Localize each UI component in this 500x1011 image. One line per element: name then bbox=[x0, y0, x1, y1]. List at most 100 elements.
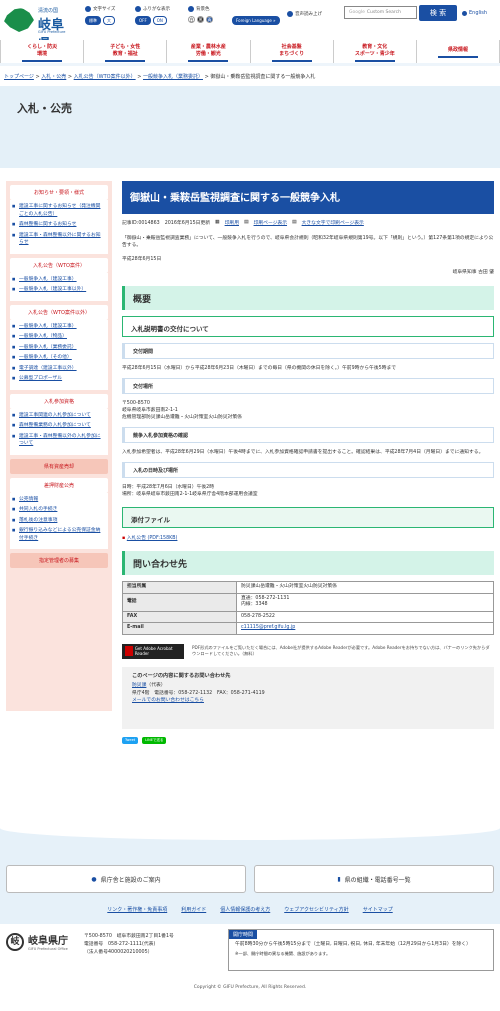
adobe-badge-label: Get Adobe Acrobat Reader bbox=[134, 646, 173, 656]
breadcrumb-link[interactable]: 入札公告（WTO案件以外） bbox=[74, 74, 136, 80]
heading-period: 交付期間 bbox=[122, 343, 494, 359]
sidebar: お知らせ・要領・様式 建設工事に関するお知らせ（発注機関ごとの入札公告） 森林整… bbox=[6, 181, 112, 711]
sidebar-heading[interactable]: 県有資産売却 bbox=[10, 458, 108, 474]
ruby-control: ふりがな表示 bbox=[135, 6, 170, 12]
read-aloud-control[interactable]: 音声読み上げ bbox=[287, 11, 322, 17]
sidebar-link[interactable]: 共同入札の手続き bbox=[19, 507, 57, 512]
gnav-label-1: くらし・防災 bbox=[27, 44, 58, 50]
office-guide-button[interactable]: ● 県庁舎と施設のご案内 bbox=[6, 865, 246, 893]
adobe-notice: Get Adobe Acrobat Reader PDF形式のファイルをご覧いた… bbox=[122, 643, 494, 659]
sidebar-heading[interactable]: お知らせ・要領・様式 bbox=[10, 185, 108, 200]
search-button[interactable]: 検 索 bbox=[419, 5, 457, 21]
gnav-underline bbox=[22, 60, 63, 62]
table-key: FAX bbox=[122, 610, 237, 623]
gnav-label-2: 環境 bbox=[37, 51, 48, 57]
sidebar-heading[interactable]: 入札参加資格 bbox=[10, 393, 108, 409]
table-value: 防災課山岳遭難・火山対策室火山防災対策係 bbox=[236, 581, 494, 594]
sidebar-link[interactable]: 建設工事・森林整備以外に関するお知らせ bbox=[19, 233, 101, 246]
footer-link[interactable]: サイトマップ bbox=[363, 906, 393, 913]
sidebar-link[interactable]: 一般競争入札（建設工事） bbox=[19, 324, 77, 329]
gnav-underline bbox=[105, 60, 146, 62]
table-key: 担当所属 bbox=[122, 581, 237, 594]
breadcrumb-link[interactable]: 入札・公売 bbox=[41, 74, 66, 80]
heading-confirm: 競争入札参加資格の確認 bbox=[122, 427, 494, 443]
gnav-item-living[interactable]: くらし・防災 環境 bbox=[0, 40, 85, 63]
email-link[interactable]: c11115@pref.gifu.lg.jp bbox=[241, 625, 295, 630]
gnav-item-children[interactable]: 子ども・女性 教育・福祉 bbox=[84, 40, 168, 63]
office-hours-title: 開庁時間 bbox=[229, 930, 258, 939]
sidebar-link[interactable]: 電子調達（建設工事以外） bbox=[19, 366, 77, 371]
bg-black-button[interactable]: 黒 bbox=[197, 16, 204, 23]
speaker-icon bbox=[287, 11, 293, 17]
bg-white-button[interactable]: 白 bbox=[188, 16, 195, 23]
contact-mail-link[interactable]: メールでのお問い合わせはこちら bbox=[132, 698, 204, 703]
table-key: E-mail bbox=[122, 622, 237, 635]
gifu-emblem-icon: 岐 bbox=[6, 932, 24, 951]
sidebar-list: 建設工事に関するお知らせ（発注機関ごとの入札公告） 森林整備に関するお知らせ 建… bbox=[10, 200, 108, 254]
ruby-off-button[interactable]: OFF bbox=[135, 16, 151, 25]
tweet-button[interactable]: Tweet bbox=[122, 736, 139, 744]
footer-link[interactable]: ウェブアクセシビリティ方針 bbox=[284, 906, 348, 913]
sidebar-heading[interactable]: 入札公告（WTO案件以外） bbox=[10, 304, 108, 320]
sidebar-link[interactable]: 一般競争入札（その他） bbox=[19, 355, 72, 360]
english-link[interactable]: English bbox=[462, 10, 487, 16]
footer-address: 〒500-8570 岐阜市薮田南2丁目1番1号 電話番号 058-272-111… bbox=[84, 933, 174, 957]
gnav-item-infrastructure[interactable]: 社会基盤 まちづくり bbox=[251, 40, 334, 63]
font-standard-button[interactable]: 標準 bbox=[85, 16, 101, 25]
contact-dept-suffix: （代表） bbox=[146, 683, 166, 688]
heading-docs: 入札説明書の交付について bbox=[122, 316, 494, 337]
sidebar-link[interactable]: 一般競争入札（物品） bbox=[19, 334, 67, 339]
gnav-item-government[interactable]: 県政情報 bbox=[417, 40, 500, 63]
copyright: Copyright © GIFU Prefecture, All Rights … bbox=[193, 985, 307, 990]
sidebar-heading[interactable]: 入札公告（WTO案件） bbox=[10, 257, 108, 273]
table-row: 電話 直通：058-272-1131 内線：3348 bbox=[122, 592, 494, 612]
print-page-link[interactable]: 印刷ページ表示 bbox=[254, 219, 287, 226]
sidebar-link[interactable]: 森林整備業務の入札参加について bbox=[19, 423, 91, 428]
org-list-button[interactable]: ▮ 県の組織・電話番号一覧 bbox=[254, 865, 494, 893]
footer-link[interactable]: 個人情報保護の考え方 bbox=[220, 906, 270, 913]
gnav-item-industry[interactable]: 産業・農林水産 労働・観光 bbox=[167, 40, 251, 63]
table-row: FAX 058-278-2522 bbox=[122, 610, 494, 623]
article-id: 記事ID:0014863 bbox=[122, 221, 160, 226]
sidebar-link[interactable]: 一般競争入札（業務委託） bbox=[19, 345, 77, 350]
pdf-icon: ▪ bbox=[122, 536, 126, 541]
foreign-language-button[interactable]: Foreign Language » bbox=[232, 16, 280, 25]
search-input[interactable]: Google Custom Search bbox=[344, 6, 417, 19]
sidebar-heading[interactable]: 指定管理者の募集 bbox=[10, 553, 108, 568]
heading-files: 添付ファイル bbox=[122, 507, 494, 528]
pdf-file-link[interactable]: 入札公告 (PDF:158KB) bbox=[127, 536, 178, 541]
breadcrumb-link[interactable]: 一般競争入札（業務委託） bbox=[143, 74, 203, 80]
contact-dept-link[interactable]: 防災課 bbox=[132, 683, 146, 688]
place-line: 〒500-8570 bbox=[122, 401, 150, 406]
sidebar-link[interactable]: 公募型プロポーザル bbox=[19, 376, 62, 381]
sidebar-link[interactable]: 建設工事・森林整備以外の入札参加について bbox=[19, 434, 101, 447]
footer-link[interactable]: リンク・著作権・免責事項 bbox=[107, 906, 167, 913]
sidebar-link[interactable]: 一般競争入札（建設工事） bbox=[19, 277, 77, 282]
gnav-item-education[interactable]: 教育・文化 スポーツ・青少年 bbox=[334, 40, 417, 63]
footer-link[interactable]: 利用ガイド bbox=[181, 906, 206, 913]
footer-address-line: 〒500-8570 岐阜市薮田南2丁目1番1号 bbox=[84, 934, 174, 939]
sidebar-link[interactable]: 一般競争入札（建設工事以外） bbox=[19, 287, 86, 292]
sidebar-link[interactable]: 落札後の注意事項 bbox=[19, 518, 57, 523]
line-share-button[interactable]: LINEで送る bbox=[142, 736, 167, 744]
bg-blue-button[interactable]: 青 bbox=[206, 16, 213, 23]
print-link[interactable]: 印刷用 bbox=[225, 219, 239, 226]
bg-color-label: 背景色 bbox=[196, 7, 210, 12]
breadcrumb-link[interactable]: トップページ bbox=[4, 74, 34, 80]
gnav-label-1: 社会基盤 bbox=[281, 44, 302, 50]
sidebar-link[interactable]: 公売情報 bbox=[19, 497, 38, 502]
big-print-link[interactable]: 大きな文字で印刷ページ表示 bbox=[302, 219, 364, 226]
sidebar-link[interactable]: 建設工事に関するお知らせ（発注機関ごとの入札公告） bbox=[19, 204, 100, 217]
sidebar-link[interactable]: 森林整備に関するお知らせ bbox=[19, 222, 76, 227]
logo-tagline: 清流の国 bbox=[38, 8, 59, 14]
site-logo[interactable]: 清流の国 岐阜県 GIFU Prefecture bbox=[4, 4, 74, 52]
sidebar-list: 一般競争入札（建設工事） 一般競争入札（建設工事以外） bbox=[10, 272, 108, 301]
ruby-on-button[interactable]: ON bbox=[152, 16, 167, 25]
gnav-underline bbox=[437, 56, 478, 58]
font-large-button[interactable]: 大 bbox=[103, 16, 115, 25]
schedule-line: 日時：平成28年7月6日（水曜日）午後2時 bbox=[122, 485, 215, 490]
sidebar-heading[interactable]: 差押財産公売 bbox=[10, 477, 108, 493]
adobe-reader-banner[interactable]: Get Adobe Acrobat Reader bbox=[122, 643, 184, 659]
sidebar-link[interactable]: 銀行振り込みなどによる公売保証金納付手続き bbox=[19, 528, 100, 541]
sidebar-link[interactable]: 建設工事関連の入札参加について bbox=[19, 413, 91, 418]
